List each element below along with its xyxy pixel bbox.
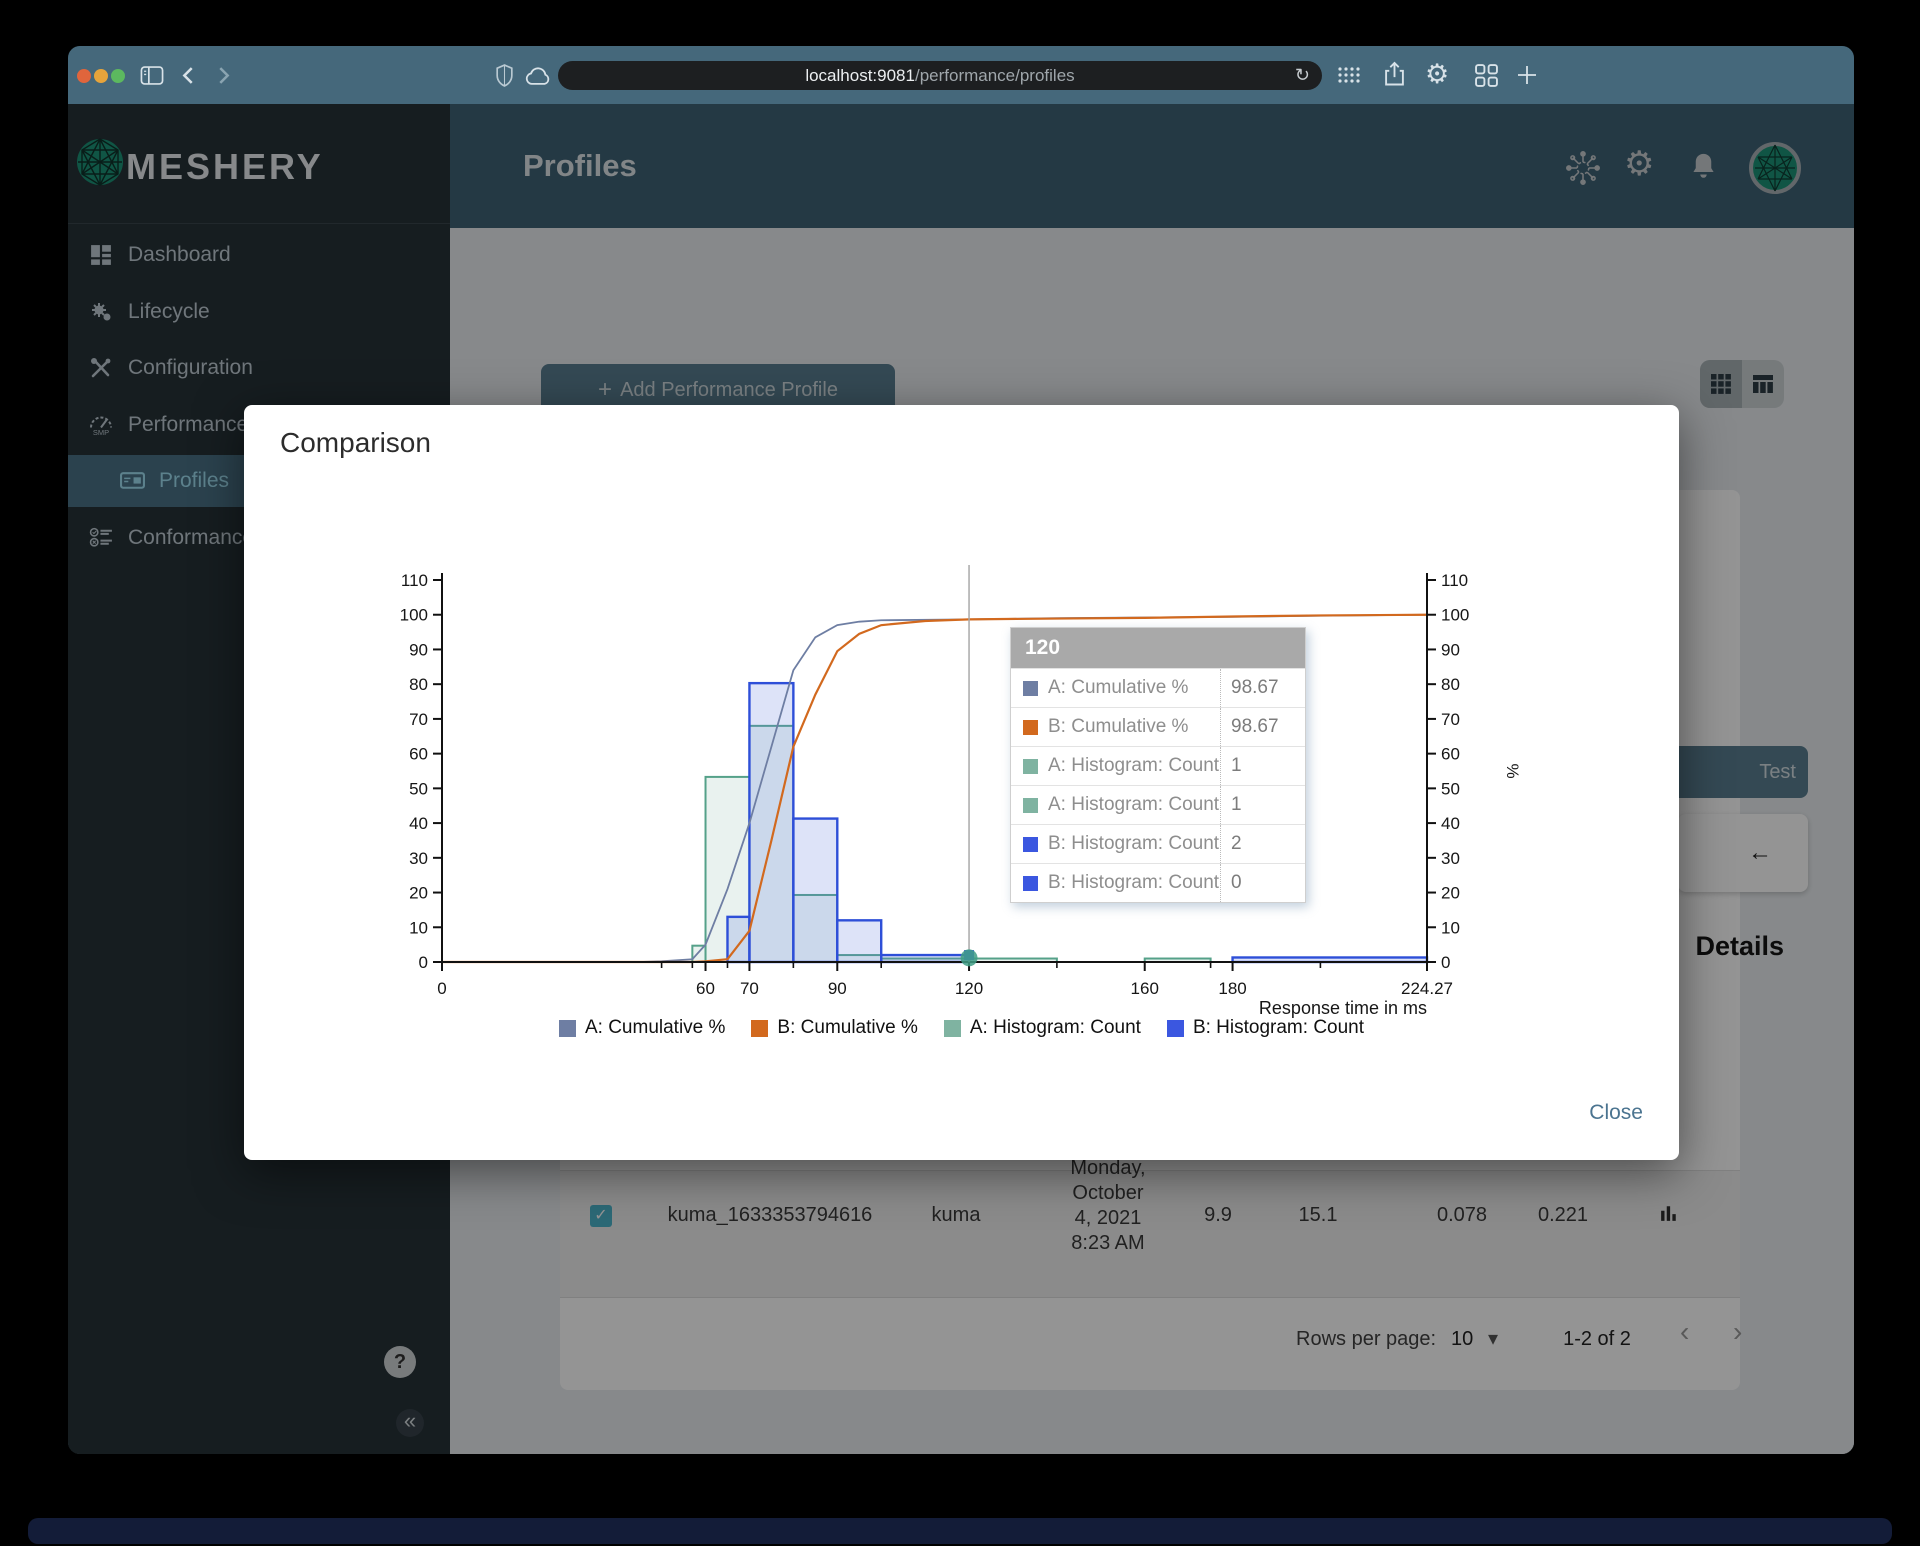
tooltip-value: 0 (1220, 864, 1305, 902)
chart-legend: A: Cumulative % B: Cumulative % A: Histogr… (244, 1017, 1679, 1039)
svg-text:70: 70 (1441, 710, 1460, 729)
tooltip-series-label: B: Cumulative % (1048, 716, 1189, 737)
traffic-zoom-button[interactable] (111, 69, 125, 83)
modal-title: Comparison (280, 427, 431, 458)
svg-text:110: 110 (1441, 571, 1468, 590)
tooltip-series-label: A: Cumulative % (1048, 677, 1189, 698)
legend-label: A: Cumulative % (584, 1017, 726, 1038)
svg-text:30: 30 (409, 849, 428, 868)
svg-text:60: 60 (409, 745, 428, 764)
new-tab-plus-icon[interactable] (1516, 64, 1538, 86)
tooltip-row: B: Cumulative % 98.67 (1011, 707, 1305, 746)
legend-label: A: Histogram: Count (969, 1017, 1141, 1038)
svg-text:100: 100 (1441, 606, 1469, 625)
privacy-shield-icon[interactable] (495, 64, 514, 87)
legend-item[interactable]: A: Cumulative % (558, 1017, 726, 1039)
legend-swatch (1166, 1019, 1184, 1037)
svg-text:10: 10 (1441, 918, 1460, 937)
tooltip-swatch (1023, 758, 1038, 774)
tab-overview-icon[interactable] (1475, 64, 1498, 87)
svg-text:0: 0 (1441, 953, 1450, 972)
traffic-close-button[interactable] (77, 69, 91, 83)
svg-text:50: 50 (409, 779, 428, 798)
share-icon[interactable] (1384, 61, 1405, 87)
svg-text:100: 100 (400, 606, 428, 625)
tooltip-row: A: Histogram: Count 1 (1011, 746, 1305, 785)
svg-text:10: 10 (409, 918, 428, 937)
tooltip-series-label: B: Histogram: Count (1048, 833, 1220, 854)
svg-text:80: 80 (1441, 675, 1460, 694)
tooltip-value: 1 (1220, 747, 1305, 785)
app-grid-icon[interactable] (1336, 66, 1362, 85)
svg-text:30: 30 (1441, 849, 1460, 868)
tooltip-row: B: Histogram: Count 0 (1011, 863, 1305, 902)
tooltip-value: 1 (1220, 786, 1305, 824)
svg-text:90: 90 (409, 640, 428, 659)
legend-item[interactable]: B: Cumulative % (751, 1017, 918, 1039)
svg-text:60: 60 (1441, 745, 1460, 764)
legend-item[interactable]: A: Histogram: Count (943, 1017, 1141, 1039)
svg-text:120: 120 (955, 979, 983, 998)
url-bar[interactable]: localhost:9081/performance/profiles ↻ (558, 61, 1322, 90)
sidebar-toggle-icon[interactable] (140, 66, 164, 85)
tooltip-series-label: A: Histogram: Count (1048, 755, 1220, 776)
tooltip-swatch (1023, 680, 1038, 696)
chart-tooltip: 120 A: Cumulative % 98.67 B: Cumulative % 9… (1010, 627, 1306, 903)
back-icon[interactable] (181, 66, 194, 85)
tooltip-swatch (1023, 875, 1038, 891)
tooltip-swatch (1023, 719, 1038, 735)
svg-text:0: 0 (419, 953, 428, 972)
svg-text:40: 40 (1441, 814, 1460, 833)
tooltip-header: 120 (1011, 628, 1305, 668)
svg-text:50: 50 (1441, 779, 1460, 798)
legend-label: B: Histogram: Count (1192, 1017, 1365, 1038)
svg-text:180: 180 (1218, 979, 1246, 998)
desktop-dock-strip (28, 1518, 1892, 1544)
svg-text:80: 80 (409, 675, 428, 694)
close-button[interactable]: Close (1583, 1100, 1649, 1126)
svg-text:90: 90 (828, 979, 847, 998)
comparison-chart[interactable]: 0 010 1020 2030 3040 4050 5060 6070 7080 8090 9010… (244, 505, 1679, 1075)
svg-text:40: 40 (409, 814, 428, 833)
tooltip-swatch (1023, 797, 1038, 813)
legend-swatch (558, 1019, 576, 1037)
svg-text:110: 110 (401, 571, 428, 590)
tooltip-row: A: Cumulative % 98.67 (1011, 668, 1305, 707)
svg-text:160: 160 (1131, 979, 1159, 998)
tooltip-swatch (1023, 836, 1038, 852)
svg-text:60: 60 (696, 979, 715, 998)
traffic-minimize-button[interactable] (94, 69, 108, 83)
svg-text:0: 0 (437, 979, 446, 998)
legend-item[interactable]: B: Histogram: Count (1166, 1017, 1365, 1039)
tooltip-value: 98.67 (1220, 669, 1305, 707)
svg-text:20: 20 (409, 884, 428, 903)
svg-text:%: % (1503, 763, 1522, 778)
url-host: localhost:9081 (805, 66, 915, 85)
svg-text:70: 70 (740, 979, 759, 998)
tooltip-value: 2 (1220, 825, 1305, 863)
legend-swatch (751, 1019, 769, 1037)
tooltip-series-label: A: Histogram: Count (1048, 794, 1220, 815)
comparison-modal: Comparison 0 0 10 10 20 20 30 30 40 40 50 50 60 60 70 7… (244, 405, 1679, 1160)
browser-toolbar: localhost:9081/performance/profiles ↻ ⚙ (68, 46, 1854, 104)
legend-label: B: Cumulative % (777, 1017, 918, 1038)
url-path: /performance/profiles (914, 66, 1075, 85)
tooltip-value: 98.67 (1220, 708, 1305, 746)
reload-icon[interactable]: ↻ (1295, 61, 1310, 90)
tooltip-row: A: Histogram: Count 1 (1011, 785, 1305, 824)
svg-text:224.27: 224.27 (1401, 979, 1453, 998)
browser-window: localhost:9081/performance/profiles ↻ ⚙ … (68, 46, 1854, 1454)
svg-text:70: 70 (409, 710, 428, 729)
forward-icon[interactable] (218, 66, 231, 85)
legend-swatch (943, 1019, 961, 1037)
svg-text:Response time in ms: Response time in ms (1259, 998, 1427, 1018)
tooltip-row: B: Histogram: Count 2 (1011, 824, 1305, 863)
svg-text:90: 90 (1441, 640, 1460, 659)
settings-gear-icon[interactable]: ⚙ (1425, 59, 1449, 90)
icloud-icon[interactable] (524, 67, 552, 86)
tooltip-series-label: B: Histogram: Count (1048, 872, 1220, 893)
svg-text:20: 20 (1441, 884, 1460, 903)
